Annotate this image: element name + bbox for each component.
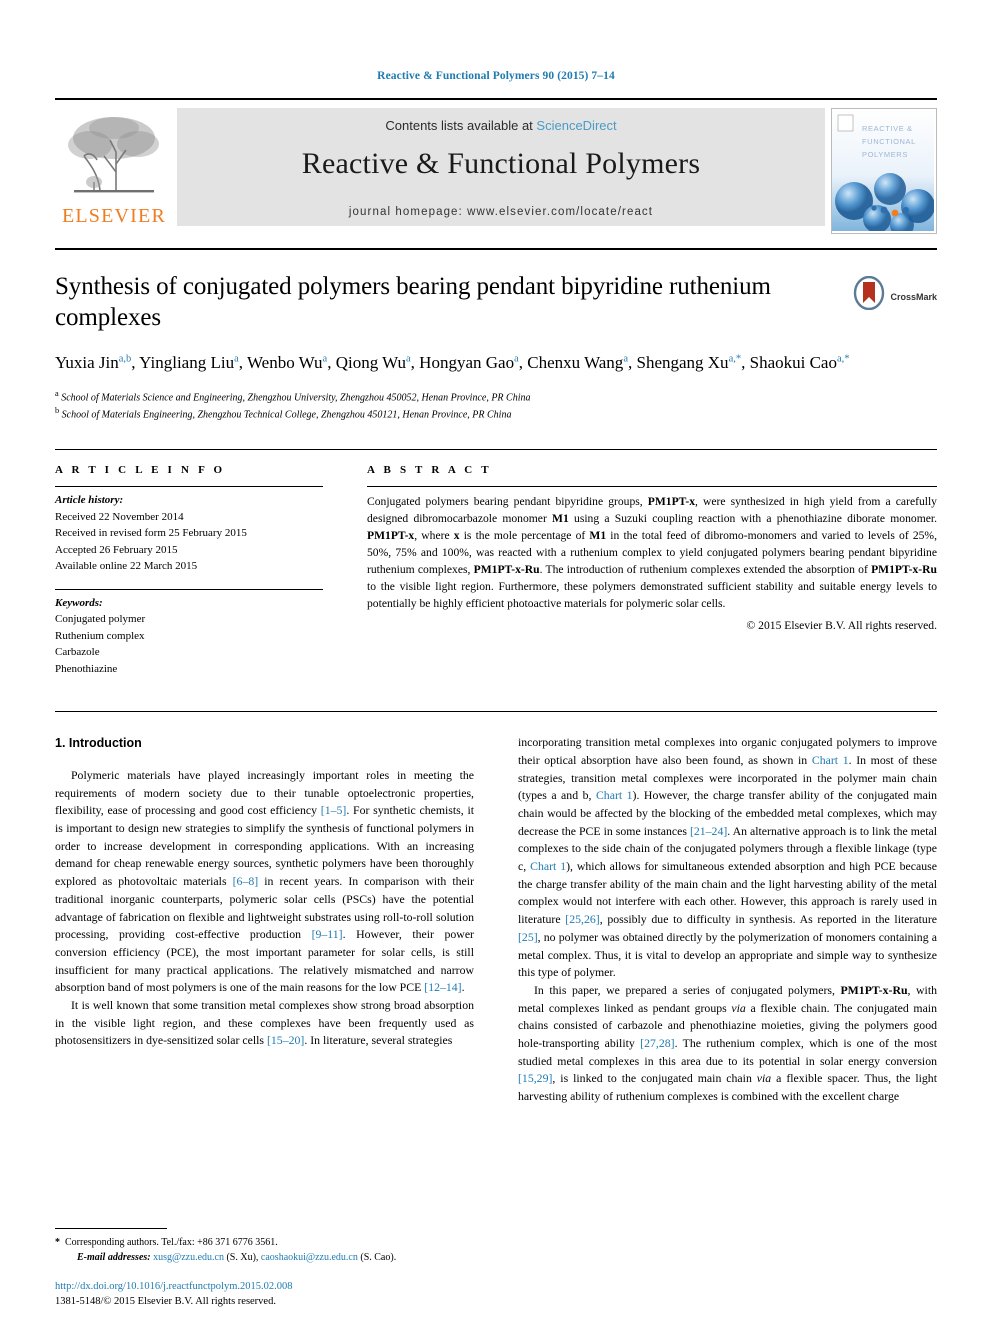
- author-name: Qiong Wua: [335, 353, 411, 372]
- footnote-rule: [55, 1228, 167, 1229]
- journal-masthead: ELSEVIER Contents lists available at Sci…: [55, 98, 937, 240]
- author-affiliation-marker: a,b: [118, 353, 132, 365]
- keyword-item: Carbazole: [55, 646, 100, 659]
- body-column-left: 1. Introduction Polymeric materials have…: [55, 734, 496, 1105]
- elsevier-logo: ELSEVIER: [55, 108, 173, 228]
- doi-link[interactable]: http://dx.doi.org/10.1016/j.reactfunctpo…: [55, 1279, 293, 1294]
- author-name: Shengang Xua,*: [636, 353, 742, 372]
- abstract-column: A B S T R A C T Conjugated polymers bear…: [345, 450, 937, 677]
- journal-banner: Contents lists available at ScienceDirec…: [177, 108, 825, 226]
- info-abstract-block: A R T I C L E I N F O Article history: R…: [55, 449, 937, 677]
- keywords-label: Keywords:: [55, 596, 103, 609]
- cover-artwork-icon: REACTIVE & FUNCTIONAL POLYMERS: [832, 109, 935, 233]
- intro-paragraph: It is well known that some transition me…: [55, 997, 474, 1048]
- crossmark-label: CrossMark: [890, 292, 937, 302]
- body-columns: 1. Introduction Polymeric materials have…: [55, 711, 937, 1105]
- affiliation-list: a School of Materials Science and Engine…: [55, 388, 937, 424]
- svg-text:POLYMERS: POLYMERS: [862, 150, 908, 159]
- article-info-column: A R T I C L E I N F O Article history: R…: [55, 450, 345, 677]
- author-list: Yuxia Jina,b, Yingliang Liua, Wenbo Wua,…: [55, 353, 850, 372]
- history-item: Received 22 November 2014: [55, 510, 184, 523]
- article-history: Article history: Received 22 November 20…: [55, 487, 323, 575]
- crossmark-icon: [854, 276, 885, 310]
- keyword-item: Phenothiazine: [55, 662, 118, 675]
- elsevier-tree-icon: [68, 117, 159, 193]
- author-name: Yuxia Jina,b: [55, 353, 132, 372]
- author-affiliation-marker: a,*: [836, 353, 850, 365]
- article-history-label: Article history:: [55, 494, 124, 507]
- author-name: Hongyan Gaoa: [419, 353, 519, 372]
- crossmark-badge[interactable]: CrossMark: [829, 272, 937, 333]
- abstract-text: Conjugated polymers bearing pendant bipy…: [367, 495, 937, 611]
- body-column-right: incorporating transition metal complexes…: [496, 734, 937, 1105]
- author-affiliation-marker: a: [234, 353, 239, 365]
- article-page: Reactive & Functional Polymers 90 (2015)…: [0, 0, 992, 1323]
- history-item: Accepted 26 February 2015: [55, 543, 178, 556]
- corresponding-author-note: * Corresponding authors. Tel./fax: +86 3…: [55, 1237, 278, 1248]
- section-heading-introduction: 1. Introduction: [55, 736, 142, 751]
- running-head: Reactive & Functional Polymers 90 (2015)…: [377, 70, 615, 82]
- contents-line: Contents lists available at ScienceDirec…: [177, 108, 825, 133]
- author-affiliation-marker: a,*: [728, 353, 742, 365]
- intro-paragraph: In this paper, we prepared a series of c…: [518, 982, 938, 1104]
- author-affiliation-marker: a: [623, 353, 628, 365]
- abstract-copyright: © 2015 Elsevier B.V. All rights reserved…: [746, 618, 937, 632]
- issn-copyright-line: 1381-5148/© 2015 Elsevier B.V. All right…: [55, 1295, 276, 1307]
- author-name: Wenbo Wua: [246, 353, 328, 372]
- svg-text:FUNCTIONAL: FUNCTIONAL: [862, 137, 916, 146]
- affiliation-item: b School of Materials Engineering, Zheng…: [55, 406, 512, 421]
- author-name: Chenxu Wanga: [527, 353, 628, 372]
- history-item: Received in revised form 25 February 201…: [55, 527, 247, 540]
- elsevier-wordmark: ELSEVIER: [61, 205, 167, 227]
- doi-block: http://dx.doi.org/10.1016/j.reactfunctpo…: [55, 1279, 293, 1309]
- intro-paragraph: incorporating transition metal complexes…: [518, 735, 937, 980]
- keywords-group: Keywords: Conjugated polymer Ruthenium c…: [55, 590, 323, 678]
- journal-homepage-link[interactable]: journal homepage: www.elsevier.com/locat…: [177, 206, 825, 218]
- contents-prefix: Contents lists available at: [385, 118, 533, 133]
- author-name: Shaokui Caoa,*: [749, 353, 850, 372]
- abstract-heading: A B S T R A C T: [367, 464, 492, 477]
- article-info-heading: A R T I C L E I N F O: [55, 464, 226, 477]
- author-affiliation-marker: a: [322, 353, 328, 365]
- journal-title: Reactive & Functional Polymers: [301, 147, 701, 180]
- sciencedirect-link[interactable]: ScienceDirect: [536, 118, 616, 133]
- history-item: Available online 22 March 2015: [55, 560, 198, 573]
- author-name: Yingliang Liua: [139, 353, 239, 372]
- svg-text:REACTIVE &: REACTIVE &: [862, 124, 913, 133]
- page-title: Synthesis of conjugated polymers bearing…: [55, 273, 771, 331]
- email-addresses-note: E-mail addresses: xusg@zzu.edu.cn (S. Xu…: [77, 1252, 397, 1263]
- keyword-item: Conjugated polymer: [55, 613, 146, 626]
- title-block: Synthesis of conjugated polymers bearing…: [55, 272, 937, 333]
- author-affiliation-marker: a: [406, 353, 411, 365]
- author-affiliation-marker: a: [514, 353, 519, 365]
- affiliation-item: a School of Materials Science and Engine…: [55, 388, 531, 403]
- intro-paragraph: Polymeric materials have played increasi…: [55, 768, 475, 995]
- journal-cover-thumbnail[interactable]: REACTIVE & FUNCTIONAL POLYMERS: [831, 108, 937, 234]
- footnote-block: * Corresponding authors. Tel./fax: +86 3…: [55, 1228, 467, 1265]
- masthead-bottom-rule: [55, 248, 937, 250]
- keyword-item: Ruthenium complex: [55, 629, 145, 642]
